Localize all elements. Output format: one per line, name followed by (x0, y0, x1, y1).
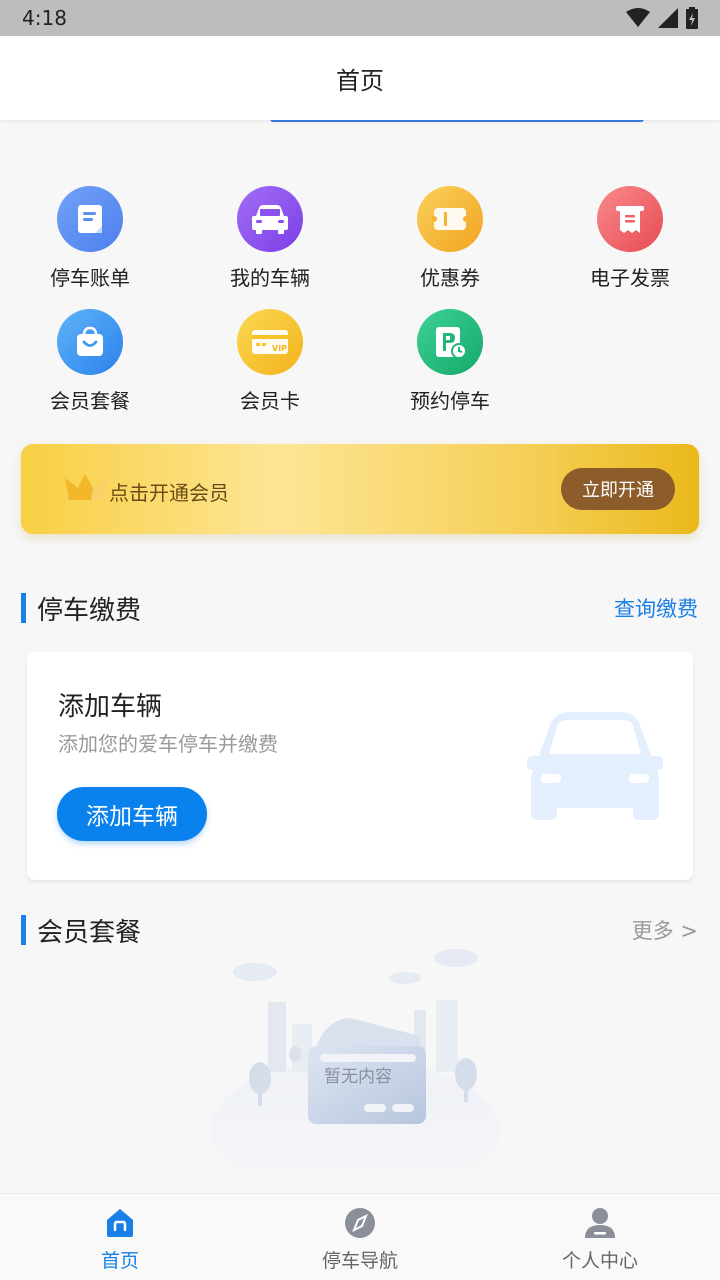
grid-label: 会员卡 (240, 389, 300, 413)
page-title: 首页 (336, 66, 384, 95)
status-bar: 4:18 (0, 0, 720, 36)
empty-state-text: 暂无内容 (324, 1067, 392, 1087)
compass-icon (343, 1206, 377, 1240)
parking-payment-section-header: 停车缴费 查询缴费 (0, 588, 720, 628)
quick-grid-row: 停车账单 我的车辆 优惠券 电子发票 (0, 186, 720, 309)
grid-label: 停车账单 (50, 266, 130, 290)
add-vehicle-title: 添加车辆 (58, 692, 163, 722)
nav-item-parking-navigation[interactable]: 停车导航 (240, 1194, 480, 1280)
section-title: 会员套餐 (37, 917, 142, 948)
svg-text:VIP: VIP (272, 344, 287, 353)
add-vehicle-button[interactable]: 添加车辆 (57, 787, 207, 841)
nav-item-profile[interactable]: 个人中心 (480, 1194, 720, 1280)
user-icon (583, 1206, 617, 1240)
signal-icon (658, 8, 678, 28)
more-link[interactable]: 更多 > (632, 915, 698, 945)
bill-icon (57, 186, 123, 252)
grid-item-coupon[interactable]: 优惠券 (360, 186, 540, 309)
home-icon (103, 1206, 137, 1240)
quick-grid-row: 会员套餐 VIP 会员卡 预约停车 (0, 309, 720, 432)
grid-item-member-package[interactable]: 会员套餐 (0, 309, 180, 432)
grid-item-reserve-parking[interactable]: 预约停车 (360, 309, 540, 432)
car-icon (237, 186, 303, 252)
member-promo-banner[interactable]: 点击开通会员 立即开通 (21, 444, 699, 534)
car-illustration-icon (527, 712, 663, 820)
grid-label: 预约停车 (410, 389, 490, 413)
add-vehicle-subtitle: 添加您的爱车停车并缴费 (58, 732, 278, 756)
app-header: 首页 (0, 36, 720, 120)
section-accent-bar (21, 593, 26, 623)
invoice-icon (597, 186, 663, 252)
grid-label: 优惠券 (420, 266, 480, 290)
battery-icon (686, 7, 698, 29)
grid-item-parking-bill[interactable]: 停车账单 (0, 186, 180, 309)
vip-card-icon: VIP (237, 309, 303, 375)
add-vehicle-card: 添加车辆 添加您的爱车停车并缴费 添加车辆 (27, 652, 693, 880)
open-membership-button[interactable]: 立即开通 (561, 468, 675, 510)
grid-label: 我的车辆 (230, 266, 310, 290)
shopping-bag-icon (57, 309, 123, 375)
bottom-navigation: 首页 停车导航 个人中心 (0, 1193, 720, 1280)
nav-label: 个人中心 (561, 1250, 638, 1272)
parking-reserve-icon (417, 309, 483, 375)
member-promo-text: 点击开通会员 (109, 481, 229, 505)
grid-label: 电子发票 (590, 266, 670, 290)
section-accent-bar (21, 915, 26, 945)
grid-item-e-invoice[interactable]: 电子发票 (540, 186, 720, 309)
nav-label: 首页 (100, 1250, 139, 1272)
section-title: 停车缴费 (37, 595, 142, 626)
grid-item-member-card[interactable]: VIP 会员卡 (180, 309, 360, 432)
quick-access-grid: 停车账单 我的车辆 优惠券 电子发票 会员套餐 VIP 会员卡 预约停车 (0, 186, 720, 432)
grid-label: 会员套餐 (50, 389, 130, 413)
status-icons (626, 7, 698, 29)
status-time: 4:18 (22, 6, 67, 30)
nav-label: 停车导航 (321, 1250, 398, 1272)
wifi-icon (626, 8, 650, 27)
coupon-icon (417, 186, 483, 252)
query-payment-link[interactable]: 查询缴费 (614, 593, 698, 623)
nav-item-home[interactable]: 首页 (0, 1194, 240, 1280)
grid-item-my-vehicle[interactable]: 我的车辆 (180, 186, 360, 309)
